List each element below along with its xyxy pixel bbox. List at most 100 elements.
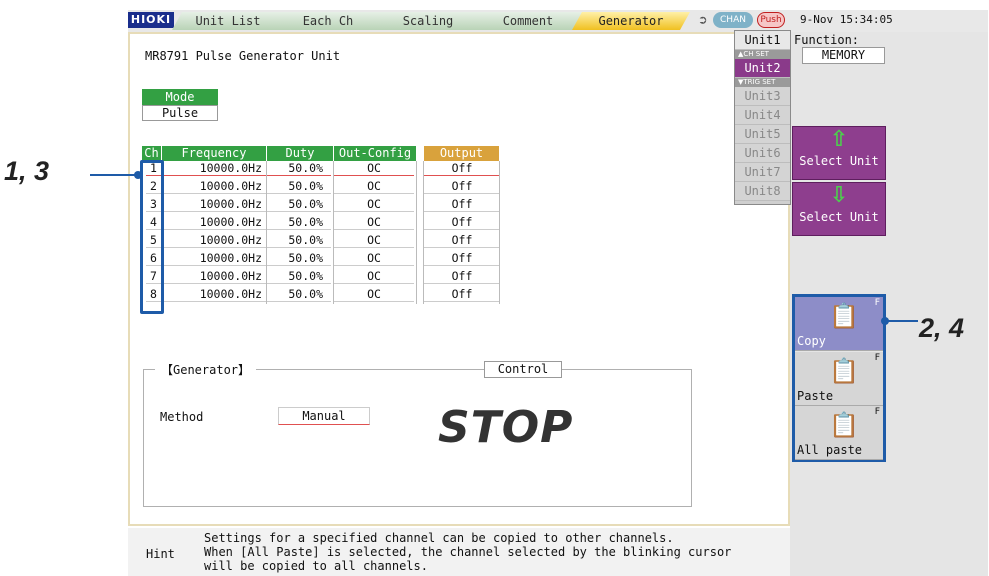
function-key-mark: F — [874, 353, 880, 363]
cell-output[interactable]: Off — [424, 287, 500, 302]
tab-comment[interactable]: Comment — [472, 12, 584, 30]
paste-icon: 📋 — [829, 357, 859, 385]
cell-duty[interactable]: 50.0% — [267, 197, 331, 212]
cell-duty[interactable]: 50.0% — [267, 269, 331, 284]
callout-right-leader — [884, 320, 918, 322]
column-divider — [266, 161, 267, 304]
unit-item-2[interactable]: Unit2 — [735, 59, 790, 78]
all-paste-icon: 📋 — [829, 411, 859, 439]
hint-label: Hint — [146, 547, 175, 561]
cell-duty[interactable]: 50.0% — [267, 215, 331, 230]
cell-frequency[interactable]: 10000.0Hz — [146, 161, 266, 176]
unit-item-7[interactable]: Unit7 — [735, 163, 790, 182]
callout-left-leader — [90, 174, 138, 176]
column-divider — [423, 161, 424, 304]
cell-out-config[interactable]: OC — [334, 215, 414, 230]
cell-frequency[interactable]: 10000.0Hz — [146, 215, 266, 230]
col-header-out-config: Out-Config — [334, 146, 416, 161]
chan-indicator[interactable]: CHAN — [713, 12, 753, 28]
cell-duty[interactable]: 50.0% — [267, 251, 331, 266]
cell-duty[interactable]: 50.0% — [267, 233, 331, 248]
unit-title: MR8791 Pulse Generator Unit — [145, 49, 341, 63]
paste-label: Paste — [797, 389, 834, 403]
select-unit-up-button[interactable]: ⇧ Select Unit — [792, 126, 886, 180]
cell-output[interactable]: Off — [424, 215, 500, 230]
tab-scaling[interactable]: Scaling — [372, 12, 484, 30]
cell-out-config[interactable]: OC — [334, 161, 414, 176]
select-unit-down-label: Select Unit — [799, 210, 879, 224]
paste-button[interactable]: 📋 Paste F — [795, 352, 883, 406]
unit-item-4[interactable]: Unit4 — [735, 106, 790, 125]
channel-column-highlight — [140, 160, 164, 314]
cell-output[interactable]: Off — [424, 179, 500, 194]
cell-frequency[interactable]: 10000.0Hz — [146, 197, 266, 212]
callout-right: 2, 4 — [919, 313, 965, 343]
cell-output[interactable]: Off — [424, 233, 500, 248]
cell-frequency[interactable]: 10000.0Hz — [146, 269, 266, 284]
copy-icon: 📋 — [829, 302, 859, 330]
mode-header: Mode — [142, 89, 218, 105]
cell-frequency[interactable]: 10000.0Hz — [146, 287, 266, 302]
tab-unit-list[interactable]: Unit List — [172, 12, 284, 30]
unit-item-6[interactable]: Unit6 — [735, 144, 790, 163]
cell-duty[interactable]: 50.0% — [267, 179, 331, 194]
function-value[interactable]: MEMORY — [802, 47, 885, 64]
arrow-up-icon: ⇧ — [829, 127, 849, 152]
callout-right-dot — [881, 317, 889, 325]
unit-item-8[interactable]: Unit8 — [735, 182, 790, 201]
col-header-output: Output — [424, 146, 499, 161]
push-indicator[interactable]: Push — [757, 12, 785, 28]
cell-out-config[interactable]: OC — [334, 269, 414, 284]
copy-label: Copy — [797, 334, 826, 348]
function-label: Function: — [794, 33, 860, 47]
cell-output[interactable]: Off — [424, 161, 500, 176]
select-unit-down-button[interactable]: ⇩ Select Unit — [792, 182, 886, 236]
column-divider — [499, 161, 500, 304]
arrow-down-icon: ⇩ — [829, 183, 849, 208]
group-border-bottom — [143, 506, 692, 507]
all-paste-label: All paste — [797, 443, 863, 457]
col-header-duty: Duty — [267, 146, 333, 161]
undo-arrow-icon[interactable]: ➲ — [693, 13, 713, 29]
hint-line-3: will be copied to all channels. — [204, 559, 428, 573]
method-select[interactable]: Manual — [278, 407, 370, 425]
copy-button[interactable]: 📋 Copy F — [795, 297, 883, 351]
hint-line-1: Settings for a specified channel can be … — [204, 531, 674, 545]
cell-duty[interactable]: 50.0% — [267, 161, 331, 176]
cell-out-config[interactable]: OC — [334, 179, 414, 194]
cell-out-config[interactable]: OC — [334, 197, 414, 212]
ch-set-tag: ▲CH SET — [735, 50, 790, 59]
cell-duty[interactable]: 50.0% — [267, 287, 331, 302]
hint-line-2: When [All Paste] is selected, the channe… — [204, 545, 732, 559]
unit-item-3[interactable]: Unit3 — [735, 87, 790, 106]
clock: 9-Nov 15:34:05 — [800, 13, 893, 26]
column-divider — [333, 161, 334, 304]
cell-out-config[interactable]: OC — [334, 251, 414, 266]
cell-output[interactable]: Off — [424, 197, 500, 212]
cell-out-config[interactable]: OC — [334, 233, 414, 248]
col-header-ch: Ch — [142, 146, 161, 161]
unit-item-1[interactable]: Unit1 — [735, 31, 790, 50]
column-divider — [416, 161, 417, 304]
unit-list: Unit1 ▲CH SET Unit2 ▼TRIG SET Unit3 Unit… — [734, 30, 791, 205]
cell-output[interactable]: Off — [424, 251, 500, 266]
cell-output[interactable]: Off — [424, 269, 500, 284]
unit-item-5[interactable]: Unit5 — [735, 125, 790, 144]
generator-group-label: 【Generator】 — [155, 361, 257, 378]
cell-frequency[interactable]: 10000.0Hz — [146, 233, 266, 248]
tab-each-ch[interactable]: Each Ch — [272, 12, 384, 30]
group-border-right — [691, 369, 692, 507]
all-paste-button[interactable]: 📋 All paste F — [795, 406, 883, 460]
trig-set-tag: ▼TRIG SET — [735, 78, 790, 87]
control-button[interactable]: Control — [484, 361, 562, 378]
cell-frequency[interactable]: 10000.0Hz — [146, 251, 266, 266]
col-header-frequency: Frequency — [162, 146, 266, 161]
function-key-mark: F — [874, 407, 880, 417]
callout-left: 1, 3 — [4, 156, 50, 186]
cell-out-config[interactable]: OC — [334, 287, 414, 302]
brand-logo: HIOKI — [128, 12, 174, 28]
tab-generator[interactable]: Generator — [572, 12, 690, 30]
cell-frequency[interactable]: 10000.0Hz — [146, 179, 266, 194]
mode-select[interactable]: Pulse — [142, 105, 218, 121]
generator-status: STOP — [438, 402, 574, 453]
